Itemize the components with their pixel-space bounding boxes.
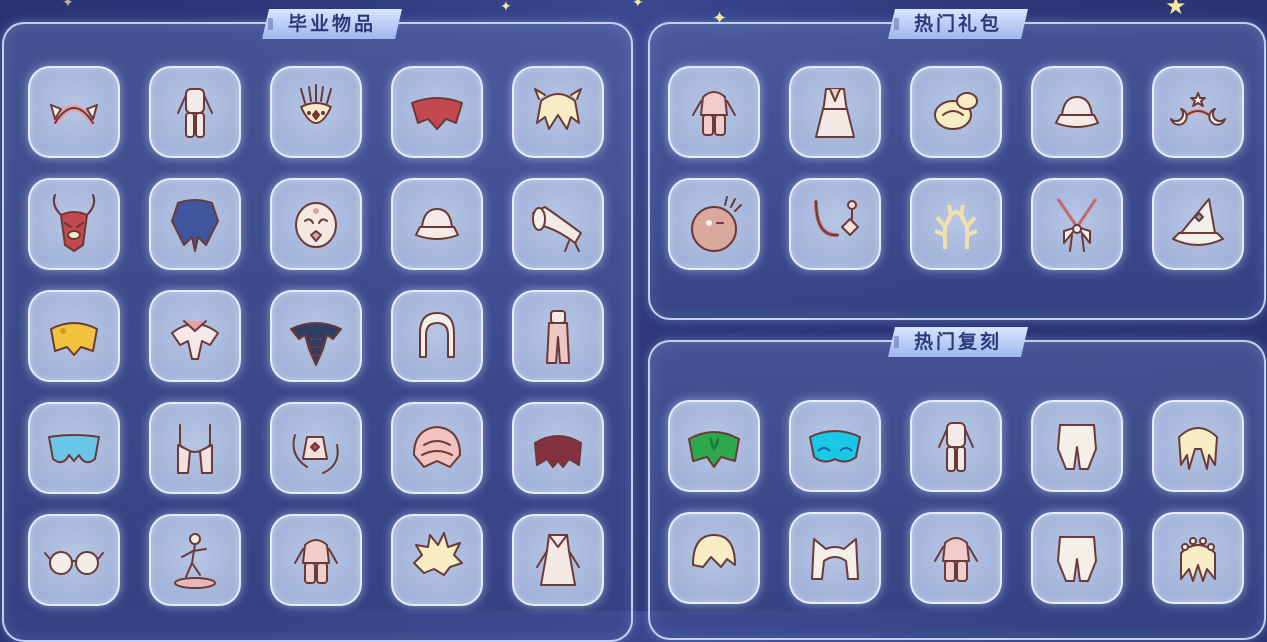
item-slot[interactable] — [668, 400, 760, 492]
item-slot[interactable] — [149, 402, 241, 494]
item-slot[interactable] — [1031, 400, 1123, 492]
item-slot[interactable] — [391, 514, 483, 606]
item-slot[interactable] — [910, 178, 1002, 270]
item-slot[interactable] — [789, 66, 881, 158]
item-slot[interactable] — [270, 178, 362, 270]
star-icon: ✦ — [632, 0, 644, 11]
rerun-items-panel: 热门复刻 — [648, 340, 1266, 640]
item-slot[interactable] — [1152, 66, 1244, 158]
item-slot[interactable] — [28, 514, 120, 606]
item-slot[interactable] — [668, 512, 760, 604]
item-slot[interactable] — [1031, 178, 1123, 270]
item-slot[interactable] — [149, 290, 241, 382]
item-slot[interactable] — [391, 66, 483, 158]
item-slot[interactable] — [28, 178, 120, 270]
item-slot[interactable] — [1031, 512, 1123, 604]
item-slot[interactable] — [391, 402, 483, 494]
star-icon: ★ — [1165, 0, 1187, 20]
item-slot[interactable] — [910, 400, 1002, 492]
item-slot[interactable] — [1031, 66, 1123, 158]
item-slot[interactable] — [512, 66, 604, 158]
graduation-items-title: 毕业物品 — [262, 9, 402, 39]
star-icon: ✦ — [62, 0, 74, 11]
item-slot[interactable] — [270, 66, 362, 158]
item-slot[interactable] — [149, 514, 241, 606]
item-slot[interactable] — [1152, 512, 1244, 604]
item-slot[interactable] — [512, 290, 604, 382]
item-slot[interactable] — [270, 402, 362, 494]
item-slot[interactable] — [270, 514, 362, 606]
item-slot[interactable] — [391, 178, 483, 270]
item-slot[interactable] — [391, 290, 483, 382]
item-slot[interactable] — [270, 290, 362, 382]
item-slot[interactable] — [910, 512, 1002, 604]
item-slot[interactable] — [1152, 400, 1244, 492]
item-slot[interactable] — [512, 514, 604, 606]
item-slot[interactable] — [512, 402, 604, 494]
item-slot[interactable] — [789, 400, 881, 492]
item-slot[interactable] — [28, 402, 120, 494]
item-slot[interactable] — [149, 66, 241, 158]
item-slot[interactable] — [149, 178, 241, 270]
gift-packs-panel: 热门礼包 — [648, 22, 1266, 320]
gift-packs-title: 热门礼包 — [888, 9, 1028, 39]
star-icon: ✦ — [500, 0, 512, 15]
graduation-items-panel: 毕业物品 — [2, 22, 633, 642]
item-slot[interactable] — [28, 66, 120, 158]
item-slot[interactable] — [789, 178, 881, 270]
item-slot[interactable] — [512, 178, 604, 270]
item-slot[interactable] — [668, 178, 760, 270]
item-slot[interactable] — [789, 512, 881, 604]
rerun-items-title: 热门复刻 — [888, 327, 1028, 357]
item-slot[interactable] — [28, 290, 120, 382]
item-slot[interactable] — [668, 66, 760, 158]
item-slot[interactable] — [1152, 178, 1244, 270]
item-slot[interactable] — [910, 66, 1002, 158]
